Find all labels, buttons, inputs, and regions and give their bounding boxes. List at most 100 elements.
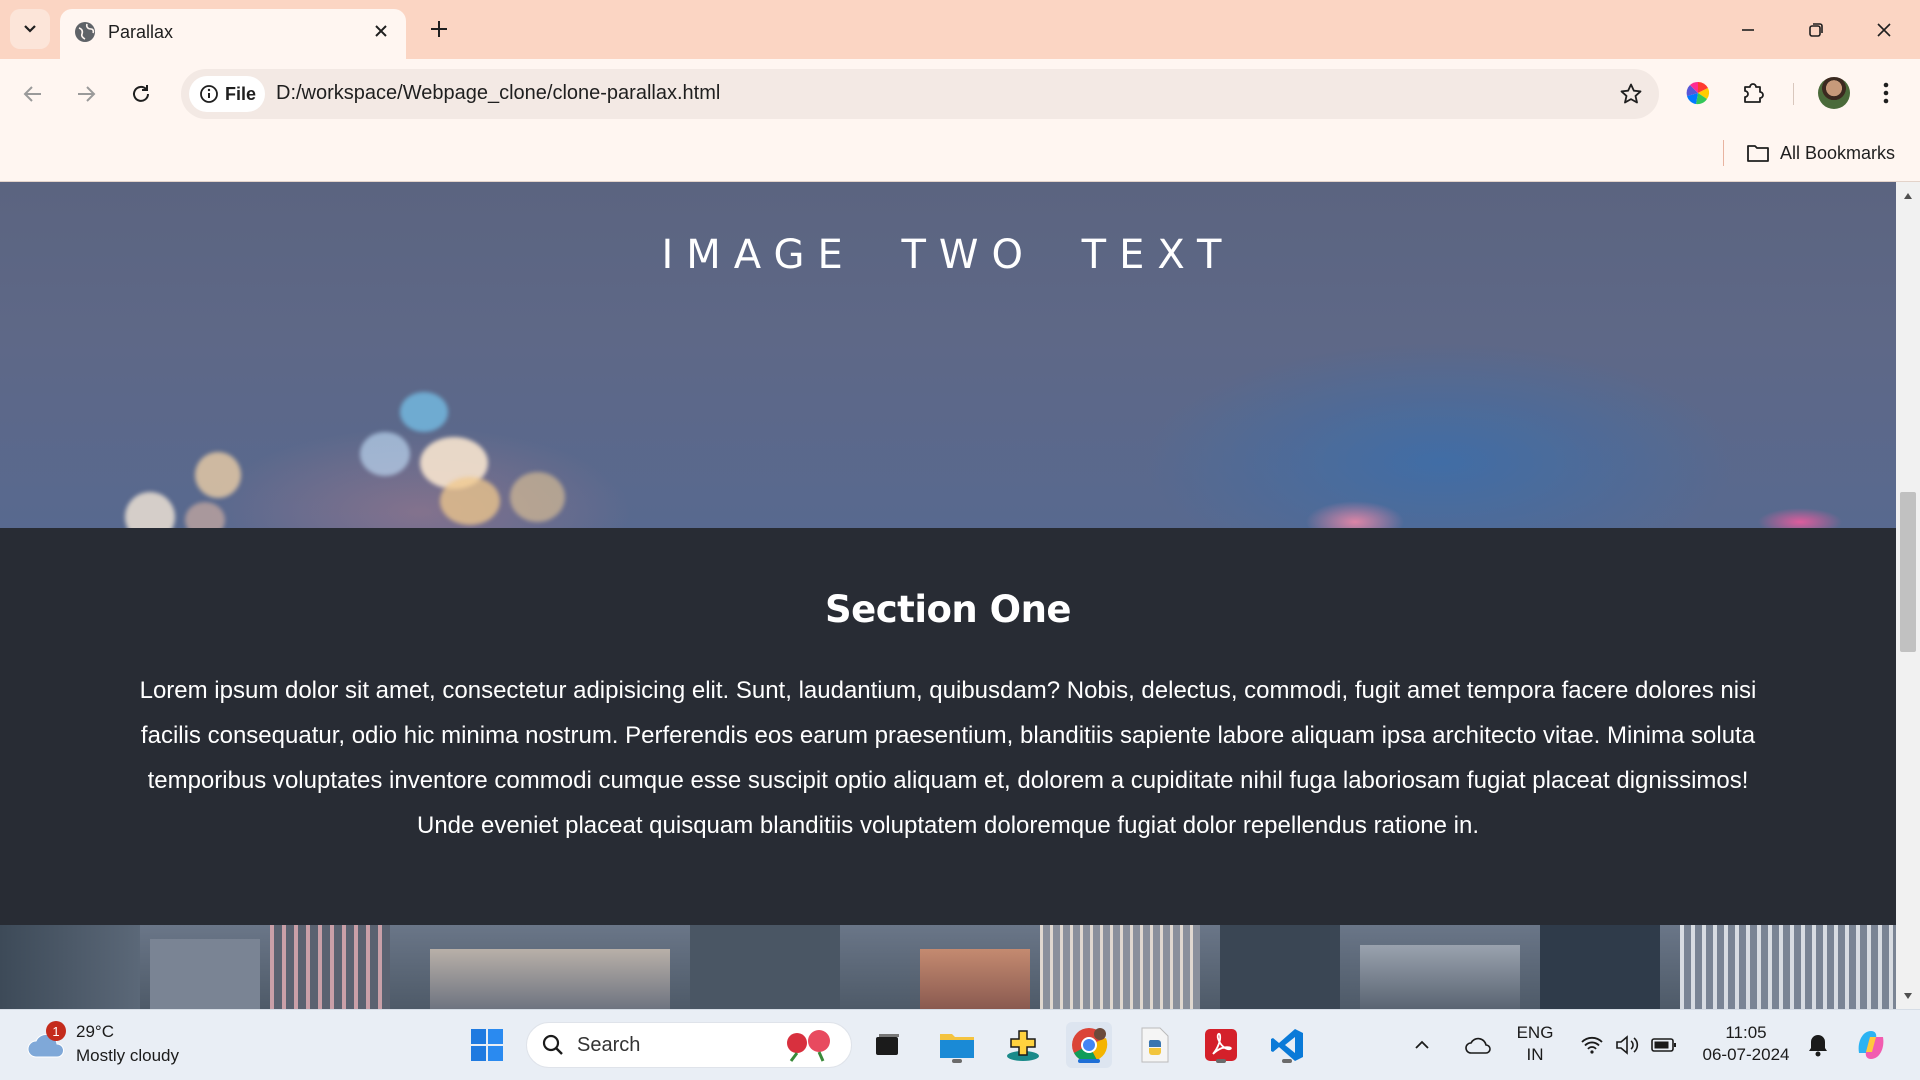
bokeh-light xyxy=(360,432,410,476)
more-vert-icon xyxy=(1883,82,1889,104)
arrow-right-icon xyxy=(78,86,96,102)
search-label: Search xyxy=(577,1033,641,1056)
active-tab[interactable]: Parallax xyxy=(60,9,406,59)
reload-icon xyxy=(133,85,149,102)
building xyxy=(1220,925,1340,1009)
weather-widget[interactable]: 1 29°C Mostly cloudy xyxy=(26,1018,179,1070)
all-bookmarks-label: All Bookmarks xyxy=(1780,142,1896,163)
taskbar-search[interactable]: Search xyxy=(526,1022,852,1068)
triangle-up-icon xyxy=(1904,193,1912,199)
volume-button[interactable] xyxy=(1608,1022,1648,1068)
profile-avatar[interactable] xyxy=(1818,77,1850,109)
wifi-button[interactable] xyxy=(1572,1022,1612,1068)
close-icon xyxy=(375,25,387,37)
python-app-button[interactable] xyxy=(1132,1022,1178,1068)
bokeh-light xyxy=(510,472,565,522)
building xyxy=(1040,925,1200,1009)
building xyxy=(150,939,260,1009)
chrome-button[interactable] xyxy=(1066,1022,1112,1068)
region-code: IN xyxy=(1526,1045,1544,1064)
building xyxy=(430,949,670,1009)
bokeh-light xyxy=(400,392,448,432)
site-chip-label: File xyxy=(225,83,257,104)
building xyxy=(1360,945,1520,1009)
acrobat-button[interactable] xyxy=(1198,1022,1244,1068)
url-text[interactable]: D:/workspace/Webpage_clone/clone-paralla… xyxy=(276,82,720,105)
arrow-left-icon xyxy=(23,86,41,102)
restore-button[interactable] xyxy=(1796,10,1836,50)
new-tab-button[interactable] xyxy=(424,14,454,44)
building xyxy=(690,925,840,1009)
address-bar[interactable]: File D:/workspace/Webpage_clone/clone-pa… xyxy=(181,69,1659,119)
scroll-up-arrow[interactable] xyxy=(1902,190,1914,202)
bookmarks-bar: All Bookmarks xyxy=(0,128,1920,182)
bokeh-light xyxy=(440,477,500,525)
hero-two-title: IMAGE TWO TEXT xyxy=(661,232,1235,278)
bookmarks-separator xyxy=(1723,140,1724,166)
cloud-icon xyxy=(1465,1037,1491,1054)
building xyxy=(0,925,140,1009)
reload-button[interactable] xyxy=(123,76,159,112)
search-icon xyxy=(542,1034,563,1055)
copilot-icon xyxy=(1858,1031,1884,1059)
building xyxy=(1540,925,1660,1009)
page-scrollbar[interactable] xyxy=(1896,182,1920,1009)
scrollbar-thumb[interactable] xyxy=(1900,492,1916,652)
show-hidden-icons-button[interactable] xyxy=(1407,1022,1437,1068)
tab-close-button[interactable] xyxy=(370,20,392,42)
puzzle-icon xyxy=(1744,83,1764,103)
close-icon xyxy=(1877,23,1891,37)
scroll-down-arrow[interactable] xyxy=(1902,990,1914,1002)
pinned-app-button[interactable] xyxy=(1000,1022,1046,1068)
task-view-button[interactable] xyxy=(864,1022,910,1068)
site-info-chip[interactable]: File xyxy=(189,76,265,112)
clock-date: 06-07-2024 xyxy=(1702,1045,1790,1064)
active-indicator xyxy=(1078,1059,1100,1063)
roses-icon xyxy=(787,1030,830,1062)
language-indicator[interactable]: ENG IN xyxy=(1510,1022,1560,1066)
all-bookmarks-button[interactable]: All Bookmarks xyxy=(1746,138,1895,168)
task-view-icon xyxy=(876,1034,899,1055)
menu-button[interactable] xyxy=(1868,75,1904,111)
building xyxy=(920,949,1030,1009)
file-explorer-button[interactable] xyxy=(934,1022,980,1068)
start-button[interactable] xyxy=(464,1022,510,1068)
minimize-button[interactable] xyxy=(1728,10,1768,50)
running-indicator xyxy=(1282,1059,1292,1063)
pdf-icon xyxy=(1205,1029,1237,1061)
star-icon xyxy=(1620,83,1642,104)
clock-time: 11:05 xyxy=(1725,1023,1767,1042)
info-icon xyxy=(200,85,218,103)
browser-toolbar: File D:/workspace/Webpage_clone/clone-pa… xyxy=(0,59,1920,128)
cloud-icon: 1 xyxy=(26,1021,66,1061)
vscode-button[interactable] xyxy=(1264,1022,1310,1068)
onedrive-button[interactable] xyxy=(1458,1022,1498,1068)
building xyxy=(270,925,390,1009)
tab-search-button[interactable] xyxy=(10,9,50,49)
forward-button[interactable] xyxy=(68,76,104,112)
parallax-image-two: IMAGE TWO TEXT xyxy=(0,182,1896,542)
app-plus-icon xyxy=(1007,1030,1039,1061)
back-button[interactable] xyxy=(15,76,51,112)
page-viewport: IMAGE TWO TEXT Section One Lorem ipsum d… xyxy=(0,182,1896,1009)
tab-title: Parallax xyxy=(108,22,174,42)
running-indicator xyxy=(1216,1059,1226,1063)
battery-icon xyxy=(1651,1038,1676,1052)
extensions-button[interactable] xyxy=(1735,75,1771,111)
toolbar-separator xyxy=(1793,83,1794,105)
copilot-button[interactable] xyxy=(1848,1022,1894,1068)
color-wheel-icon xyxy=(1686,81,1710,105)
close-window-button[interactable] xyxy=(1864,10,1904,50)
triangle-down-icon xyxy=(1904,993,1912,999)
windows-taskbar: 1 29°C Mostly cloudy Search ENG IN 11:05… xyxy=(0,1009,1920,1080)
notifications-button[interactable] xyxy=(1800,1022,1836,1068)
parallax-image-three xyxy=(0,925,1896,1009)
bookmark-star-button[interactable] xyxy=(1617,80,1645,108)
battery-button[interactable] xyxy=(1644,1022,1684,1068)
bell-icon xyxy=(1809,1035,1827,1057)
color-extension-button[interactable] xyxy=(1680,75,1716,111)
clock[interactable]: 11:05 06-07-2024 xyxy=(1696,1022,1796,1066)
notification-badge: 1 xyxy=(46,1021,66,1041)
bokeh-light xyxy=(195,452,241,498)
weather-condition: Mostly cloudy xyxy=(76,1046,179,1065)
